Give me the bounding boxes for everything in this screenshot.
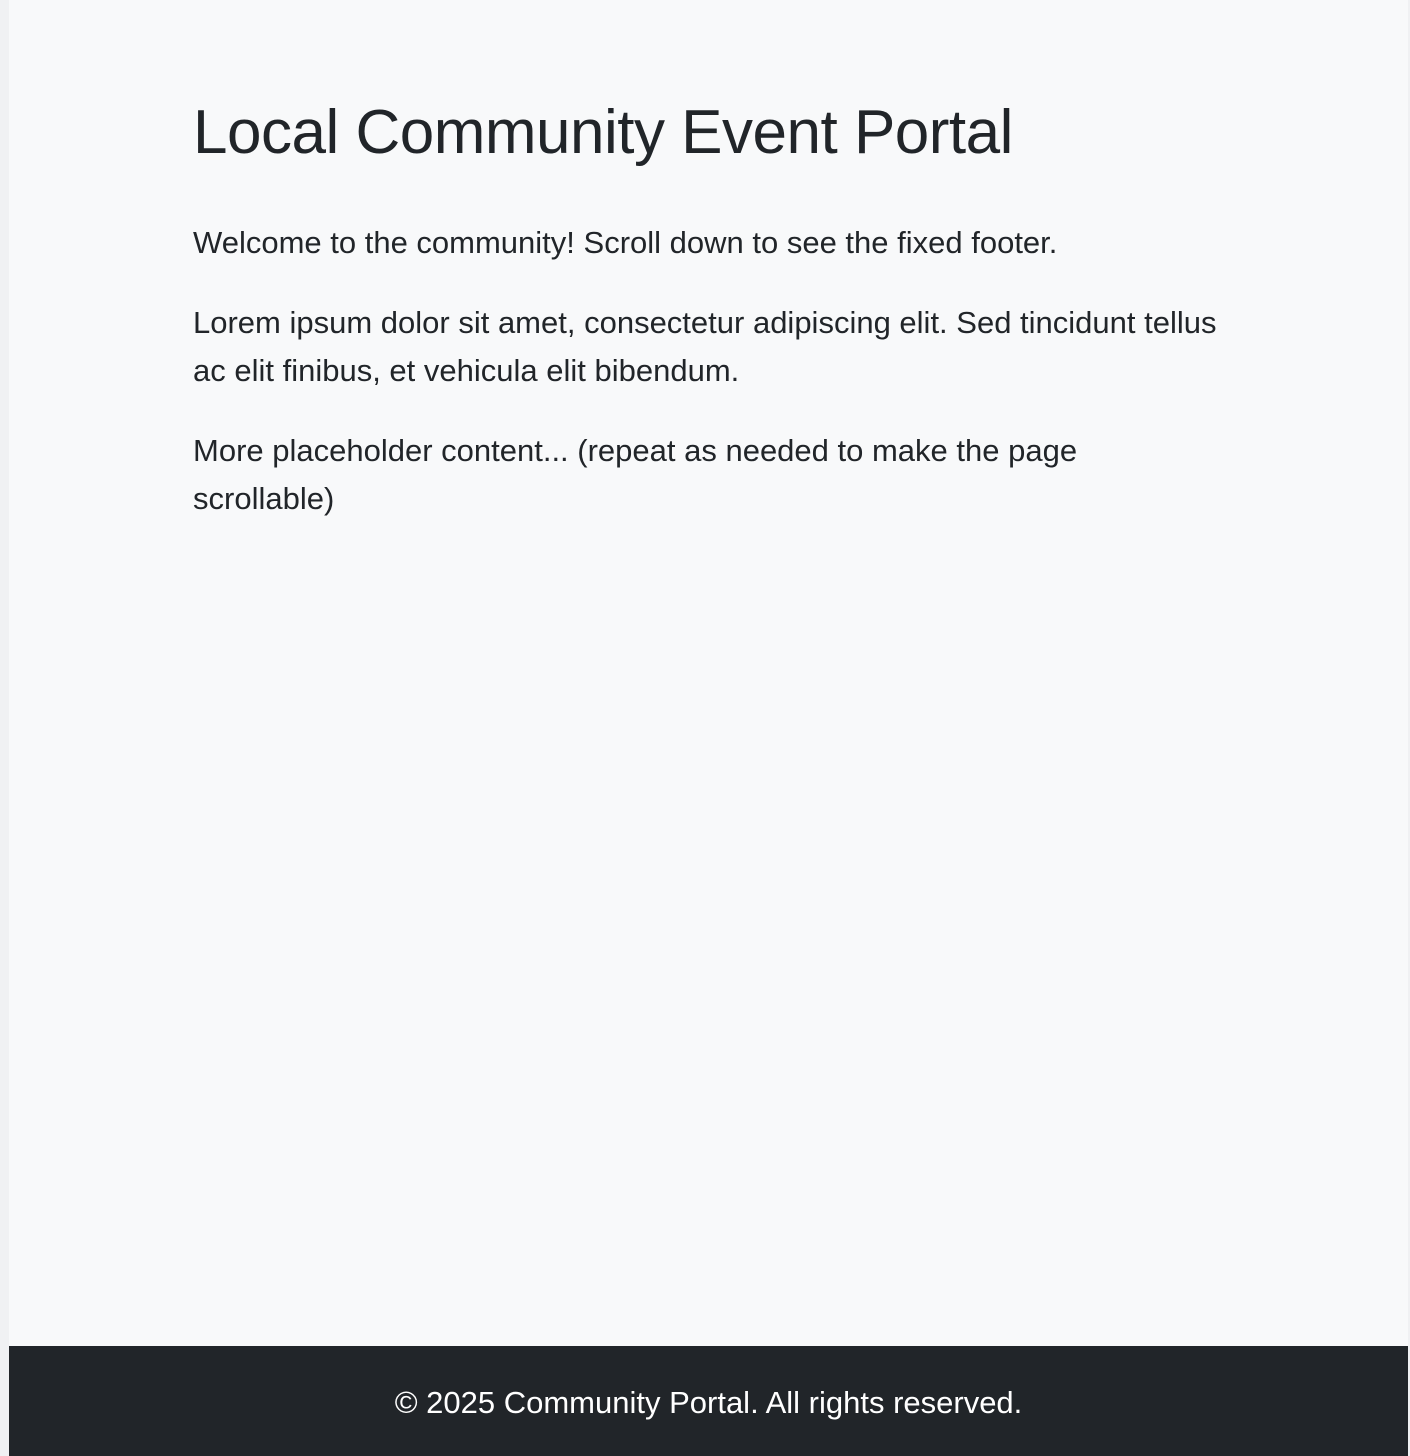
page-viewport: Local Community Event Portal Welcome to … [9, 0, 1408, 1456]
welcome-paragraph: Welcome to the community! Scroll down to… [193, 225, 1058, 260]
fixed-footer: © 2025 Community Portal. All rights rese… [9, 1346, 1408, 1456]
lorem-paragraph: Lorem ipsum dolor sit amet, consectetur … [193, 305, 1217, 388]
page-title: Local Community Event Portal [193, 98, 1013, 167]
placeholder-paragraph: More placeholder content... (repeat as n… [193, 433, 1078, 516]
footer-copyright: © 2025 Community Portal. All rights rese… [394, 1385, 1023, 1420]
